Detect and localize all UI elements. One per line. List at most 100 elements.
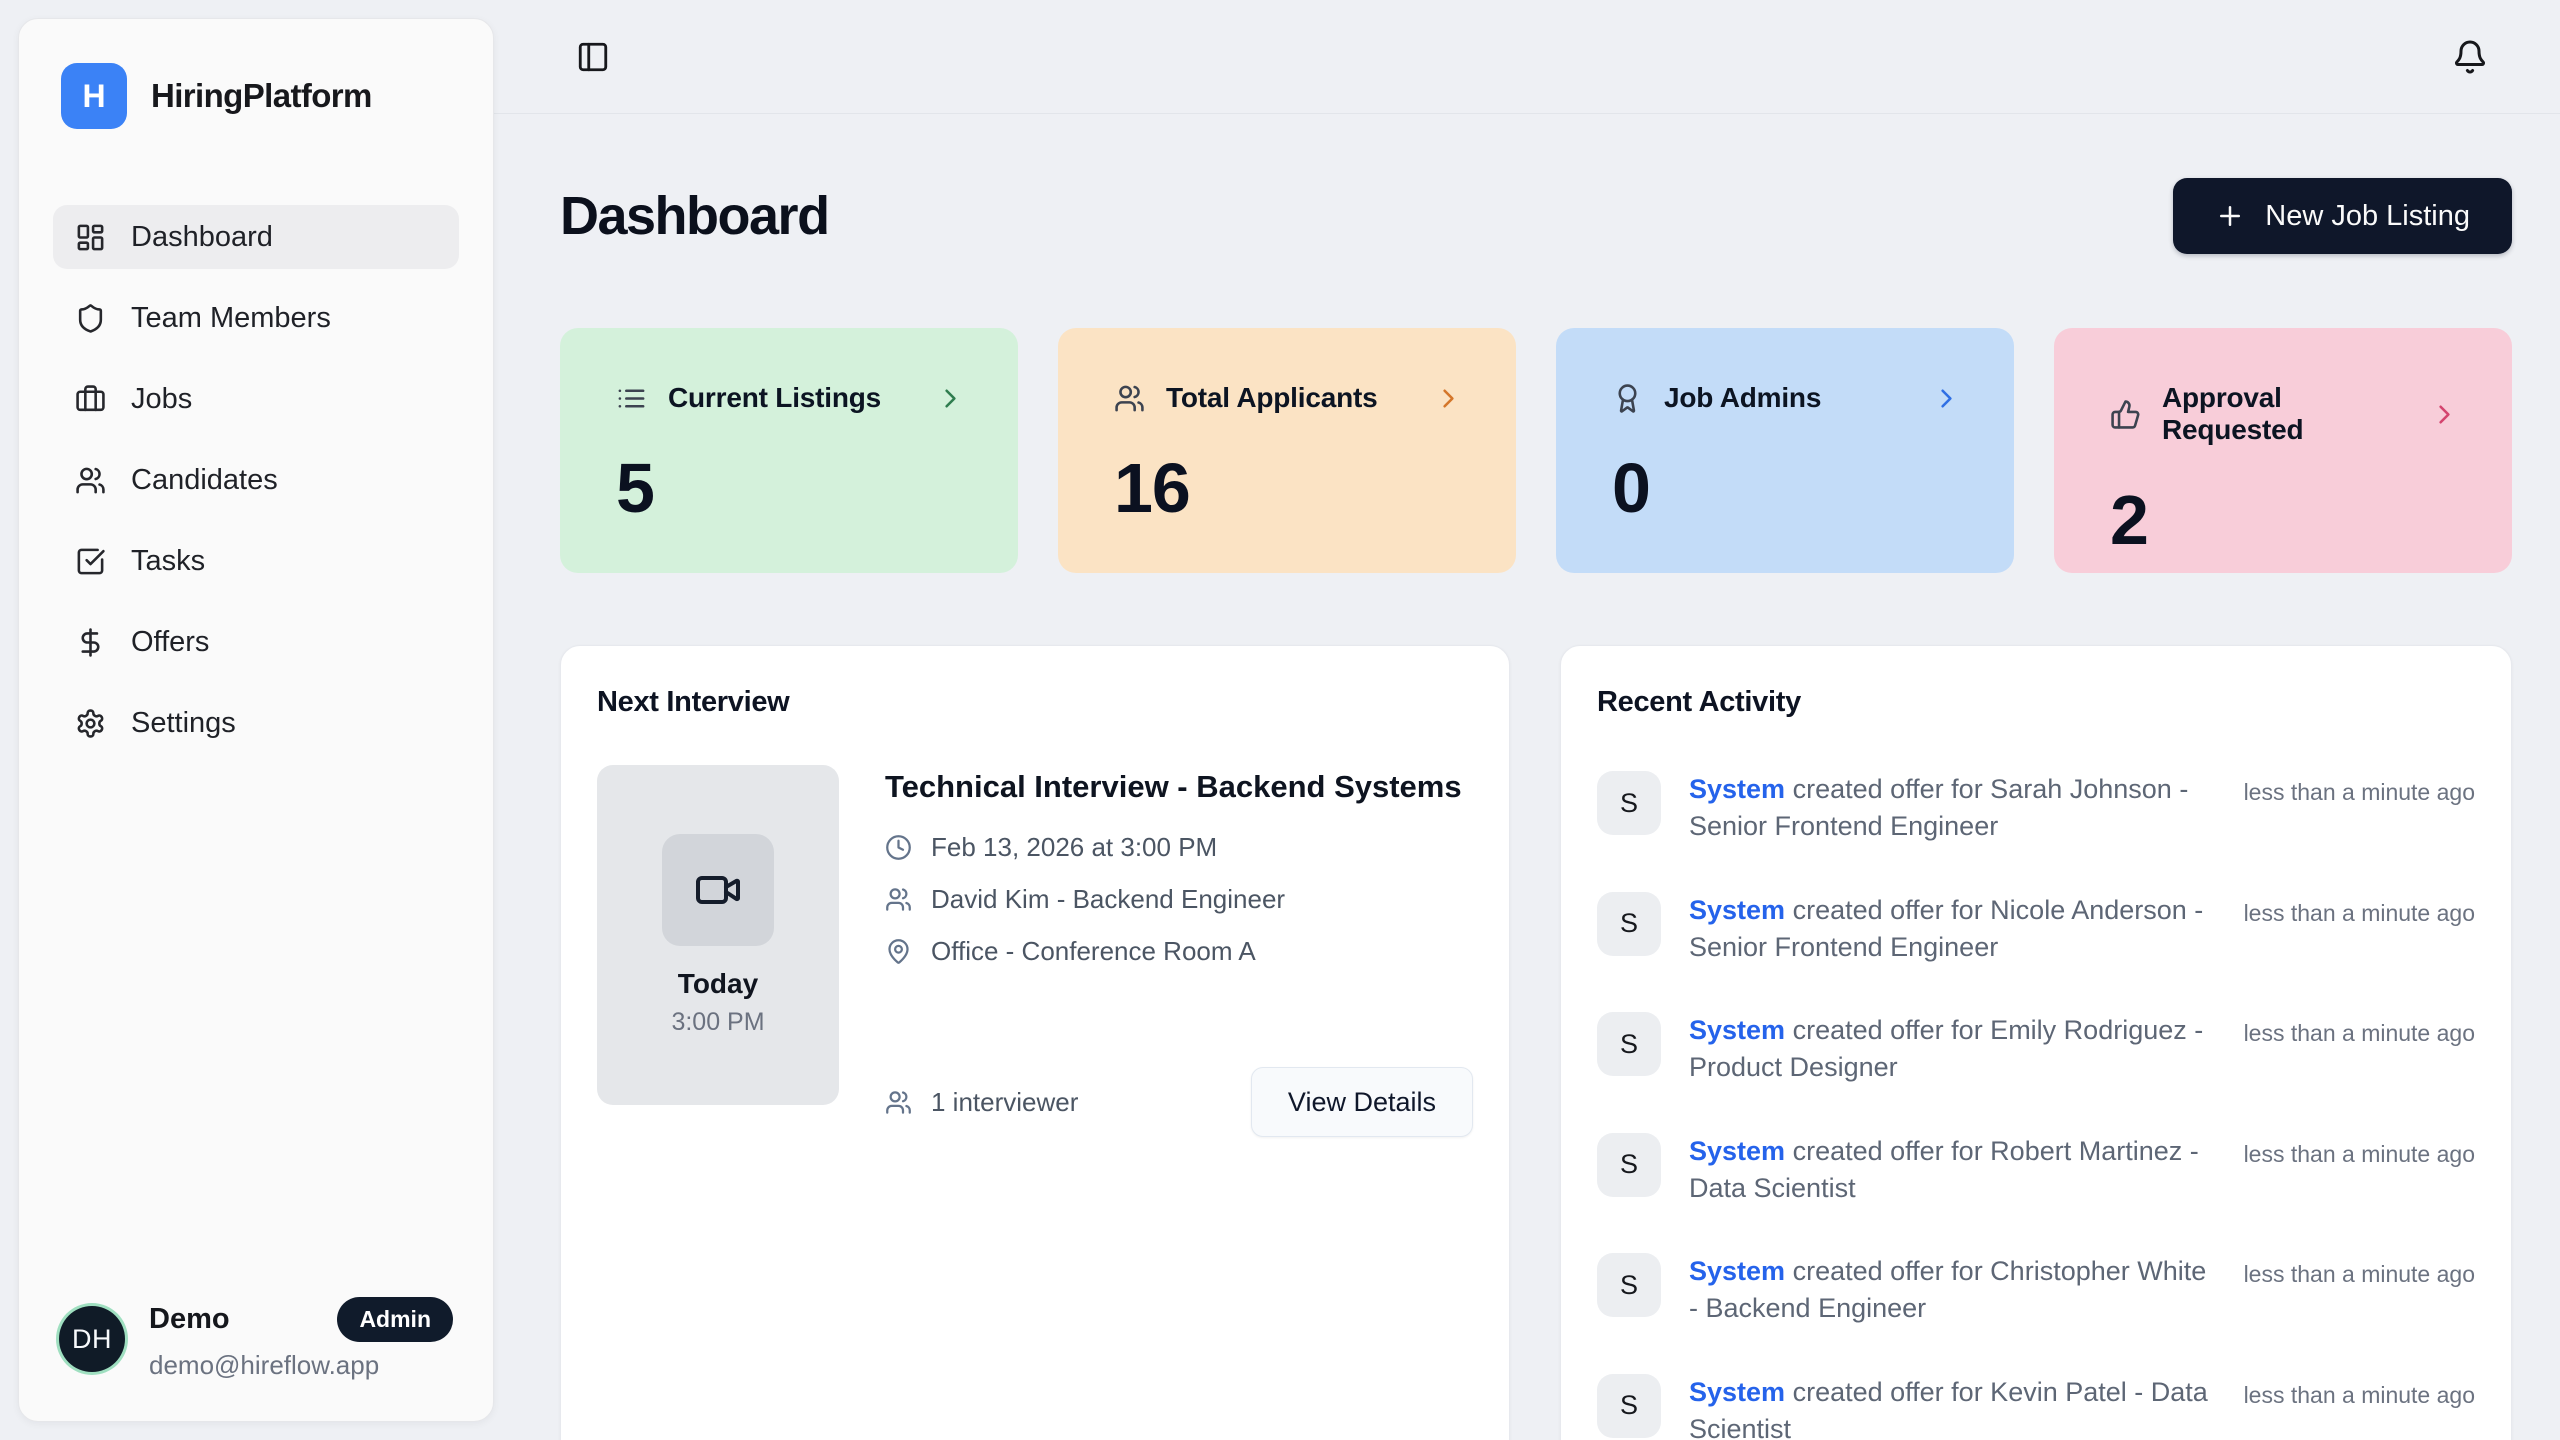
users-icon: [1114, 383, 1145, 414]
list-icon: [616, 383, 647, 414]
stat-value: 2: [2110, 480, 2460, 560]
sidebar-item-label: Settings: [131, 707, 236, 740]
sidebar-item[interactable]: Offers: [53, 610, 459, 674]
users-icon: [885, 886, 912, 913]
interview-meta-row: Feb 13, 2026 at 3:00 PM: [885, 832, 1473, 863]
stat-card[interactable]: Current Listings 5: [560, 328, 1018, 573]
activity-item: S System created offer for Christopher W…: [1597, 1253, 2475, 1328]
activity-avatar: S: [1597, 1012, 1661, 1076]
sidebar-item[interactable]: Candidates: [53, 448, 459, 512]
clock-icon: [885, 834, 912, 861]
users-icon: [885, 1089, 912, 1116]
activity-actor[interactable]: System: [1689, 1015, 1785, 1045]
stats-row: Current Listings 5 Total Applicants 16: [560, 328, 2512, 573]
stat-value: 16: [1114, 448, 1464, 528]
interview-meta-row: David Kim - Backend Engineer: [885, 884, 1473, 915]
chevron-right-icon: [2429, 399, 2460, 430]
stat-label: Current Listings: [668, 382, 881, 414]
award-icon: [1612, 383, 1643, 414]
sidebar-item[interactable]: Tasks: [53, 529, 459, 593]
sidebar-nav: Dashboard Team Members Jobs Candidates: [53, 205, 459, 755]
sidebar-item[interactable]: Settings: [53, 691, 459, 755]
user-email: demo@hireflow.app: [149, 1350, 453, 1381]
view-details-button[interactable]: View Details: [1251, 1067, 1473, 1137]
activity-avatar: S: [1597, 892, 1661, 956]
activity-avatar: S: [1597, 771, 1661, 835]
activity-actor[interactable]: System: [1689, 895, 1785, 925]
brand-name: HiringPlatform: [151, 77, 372, 115]
activity-timestamp: less than a minute ago: [2244, 1133, 2475, 1168]
next-interview-card: Next Interview Today 3:00 PM Technical I…: [560, 645, 1510, 1440]
interview-title: Technical Interview - Backend Systems: [885, 765, 1465, 810]
settings-icon: [75, 708, 106, 739]
activity-timestamp: less than a minute ago: [2244, 1012, 2475, 1047]
square-check-icon: [75, 546, 106, 577]
stat-card[interactable]: Approval Requested 2: [2054, 328, 2512, 573]
activity-item: S System created offer for Robert Martin…: [1597, 1133, 2475, 1208]
activity-item: S System created offer for Emily Rodrigu…: [1597, 1012, 2475, 1087]
shield-icon: [75, 303, 106, 334]
chevron-right-icon: [1931, 383, 1962, 414]
chevron-right-icon: [1433, 383, 1464, 414]
users-icon: [75, 465, 106, 496]
sidebar-item[interactable]: Dashboard: [53, 205, 459, 269]
stat-card[interactable]: Total Applicants 16: [1058, 328, 1516, 573]
brand-logo: H: [61, 63, 127, 129]
sidebar-item-label: Candidates: [131, 464, 278, 497]
activity-actor[interactable]: System: [1689, 1256, 1785, 1286]
main-area: Dashboard New Job Listing Current Listin…: [494, 0, 2560, 1440]
plus-icon: [2215, 201, 2245, 231]
activity-timestamp: less than a minute ago: [2244, 1253, 2475, 1288]
sidebar-toggle-button[interactable]: [576, 40, 610, 74]
interview-day-label: Today: [678, 968, 758, 1000]
activity-list: S System created offer for Sarah Johnson…: [1597, 771, 2475, 1440]
briefcase-icon: [75, 384, 106, 415]
activity-actor[interactable]: System: [1689, 1136, 1785, 1166]
activity-item: S System created offer for Sarah Johnson…: [1597, 771, 2475, 846]
map-pin-icon: [885, 938, 912, 965]
admin-badge: Admin: [337, 1297, 453, 1342]
interviewer-count: 1 interviewer: [931, 1087, 1078, 1118]
recent-activity-title: Recent Activity: [1597, 686, 2475, 719]
sidebar-item-label: Tasks: [131, 545, 205, 578]
sidebar-item[interactable]: Team Members: [53, 286, 459, 350]
sidebar-item-label: Jobs: [131, 383, 192, 416]
app-root: H HiringPlatform Dashboard Team Members …: [0, 0, 2560, 1440]
stat-value: 5: [616, 448, 966, 528]
dashboard-content: Dashboard New Job Listing Current Listin…: [494, 114, 2560, 1440]
activity-timestamp: less than a minute ago: [2244, 771, 2475, 806]
user-name: Demo: [149, 1303, 230, 1336]
activity-item: S System created offer for Kevin Patel -…: [1597, 1374, 2475, 1440]
avatar: DH: [59, 1306, 125, 1372]
stat-label: Total Applicants: [1166, 382, 1377, 414]
sidebar-item-label: Team Members: [131, 302, 331, 335]
activity-avatar: S: [1597, 1253, 1661, 1317]
recent-activity-card: Recent Activity S System created offer f…: [1560, 645, 2512, 1440]
interview-date-tile: Today 3:00 PM: [597, 765, 839, 1105]
activity-timestamp: less than a minute ago: [2244, 1374, 2475, 1409]
user-menu[interactable]: DH Demo Admin demo@hireflow.app: [53, 1297, 459, 1381]
chevron-right-icon: [935, 383, 966, 414]
next-interview-title: Next Interview: [597, 686, 1473, 719]
sidebar-item-label: Offers: [131, 626, 209, 659]
page-title: Dashboard: [560, 185, 829, 247]
activity-avatar: S: [1597, 1133, 1661, 1197]
activity-timestamp: less than a minute ago: [2244, 892, 2475, 927]
thumbs-up-icon: [2110, 399, 2141, 430]
sidebar-item-label: Dashboard: [131, 221, 273, 254]
sidebar-item[interactable]: Jobs: [53, 367, 459, 431]
video-icon: [694, 866, 742, 914]
dollar-icon: [75, 627, 106, 658]
brand: H HiringPlatform: [53, 63, 459, 129]
interview-time-label: 3:00 PM: [671, 1008, 764, 1037]
activity-actor[interactable]: System: [1689, 1377, 1785, 1407]
activity-item: S System created offer for Nicole Anders…: [1597, 892, 2475, 967]
activity-actor[interactable]: System: [1689, 774, 1785, 804]
interview-meta-row: Office - Conference Room A: [885, 936, 1473, 967]
stat-label: Approval Requested: [2162, 382, 2408, 446]
stat-card[interactable]: Job Admins 0: [1556, 328, 2014, 573]
notifications-button[interactable]: [2452, 39, 2488, 75]
new-job-listing-button[interactable]: New Job Listing: [2173, 178, 2512, 254]
sidebar: H HiringPlatform Dashboard Team Members …: [18, 18, 494, 1422]
stat-value: 0: [1612, 448, 1962, 528]
